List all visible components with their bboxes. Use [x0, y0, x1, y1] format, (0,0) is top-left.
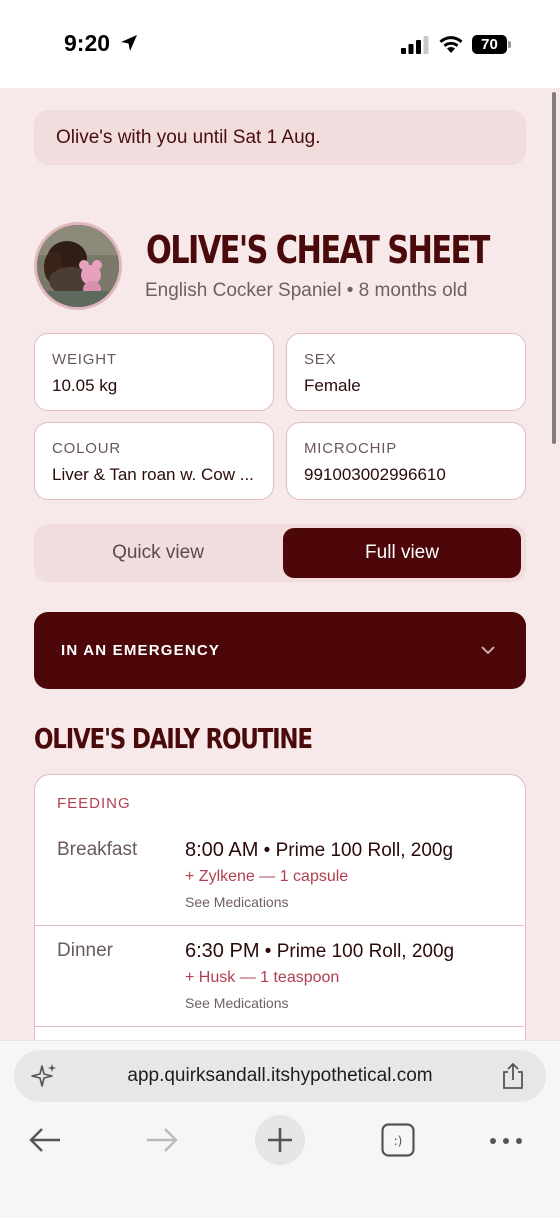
meal-time: 6:30 PM: [185, 940, 260, 962]
sex-value: Female: [304, 376, 361, 395]
meal-supplement: + Zylkene — 1 capsule: [185, 868, 349, 885]
weight-label: WEIGHT: [52, 351, 117, 368]
view-toggle: Quick view Full view: [34, 524, 526, 582]
see-medications-link[interactable]: See Medications: [185, 894, 289, 910]
back-arrow-icon[interactable]: [28, 1126, 62, 1159]
scrollbar[interactable]: [552, 92, 556, 444]
page-title: OLIVE'S CHEAT SHEET: [146, 228, 490, 272]
sparkle-icon[interactable]: [30, 1062, 58, 1095]
status-bar: 9:20 70: [0, 0, 560, 88]
meal-name: Dinner: [57, 940, 113, 961]
meal-food: • Prime 100 Roll, 200g: [258, 840, 454, 861]
battery-level: 70: [472, 35, 507, 54]
feeding-label: FEEDING: [57, 795, 131, 812]
more-icon[interactable]: [489, 1134, 523, 1152]
weight-card: WEIGHT 10.05 kg: [34, 333, 274, 411]
meal-food: • Prime 100 Roll, 200g: [259, 941, 455, 962]
meal-time: 8:00 AM: [185, 839, 259, 861]
svg-text::): :): [394, 1134, 403, 1148]
colour-value: Liver & Tan roan w. Cow ...: [52, 465, 254, 484]
pet-subtitle: English Cocker Spaniel • 8 months old: [145, 280, 468, 301]
location-arrow-icon: [120, 34, 138, 57]
colour-label: COLOUR: [52, 440, 121, 457]
stay-banner: Olive's with you until Sat 1 Aug.: [34, 110, 526, 165]
url-text: app.quirksandall.itshypothetical.com: [127, 1065, 433, 1086]
emergency-accordion[interactable]: IN AN EMERGENCY: [34, 612, 526, 689]
meal-row-breakfast: Breakfast 8:00 AM • Prime 100 Roll, 200g…: [35, 825, 524, 926]
tabs-icon[interactable]: :): [381, 1123, 415, 1162]
feeding-card: FEEDING Breakfast 8:00 AM • Prime 100 Ro…: [34, 774, 526, 1074]
meal-row-dinner: Dinner 6:30 PM • Prime 100 Roll, 200g + …: [35, 926, 524, 1027]
wifi-icon: [438, 34, 464, 59]
cellular-signal-icon: [401, 36, 429, 59]
weight-value: 10.05 kg: [52, 376, 118, 395]
microchip-value: 991003002996610: [304, 465, 446, 484]
emergency-label: IN AN EMERGENCY: [61, 642, 221, 659]
battery-icon: 70: [472, 35, 511, 54]
sex-card: SEX Female: [286, 333, 526, 411]
meal-supplement: + Husk — 1 teaspoon: [185, 969, 340, 986]
quick-view-button[interactable]: Quick view: [34, 524, 282, 582]
see-medications-link[interactable]: See Medications: [185, 995, 289, 1011]
chevron-down-icon: [480, 642, 496, 663]
forward-arrow-icon[interactable]: [145, 1126, 179, 1159]
avatar: [34, 222, 122, 310]
plus-icon[interactable]: [255, 1115, 305, 1170]
microchip-card: MICROCHIP 991003002996610: [286, 422, 526, 500]
meal-schedule: 8:00 AM • Prime 100 Roll, 200g: [185, 839, 453, 862]
meal-name: Breakfast: [57, 839, 138, 860]
status-time: 9:20: [64, 30, 111, 56]
address-bar[interactable]: app.quirksandall.itshypothetical.com: [14, 1050, 546, 1102]
colour-card: COLOUR Liver & Tan roan w. Cow ...: [34, 422, 274, 500]
routine-title: OLIVE'S DAILY ROUTINE: [34, 722, 313, 755]
share-icon[interactable]: [500, 1062, 526, 1095]
sex-label: SEX: [304, 351, 337, 368]
microchip-label: MICROCHIP: [304, 440, 398, 457]
meal-schedule: 6:30 PM • Prime 100 Roll, 200g: [185, 940, 454, 963]
full-view-button[interactable]: Full view: [283, 528, 521, 578]
